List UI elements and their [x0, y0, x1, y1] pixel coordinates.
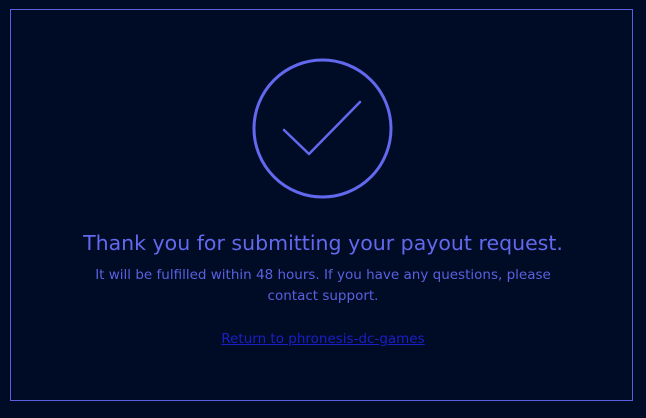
confirmation-title: Thank you for submitting your payout req…: [83, 231, 563, 255]
checkmark-circle-icon: [252, 58, 393, 199]
return-link[interactable]: Return to phronesis-dc-games: [221, 331, 424, 347]
confirmation-message: It will be fulfilled within 48 hours. If…: [95, 267, 551, 304]
return-link-container: Return to phronesis-dc-games: [0, 329, 646, 350]
